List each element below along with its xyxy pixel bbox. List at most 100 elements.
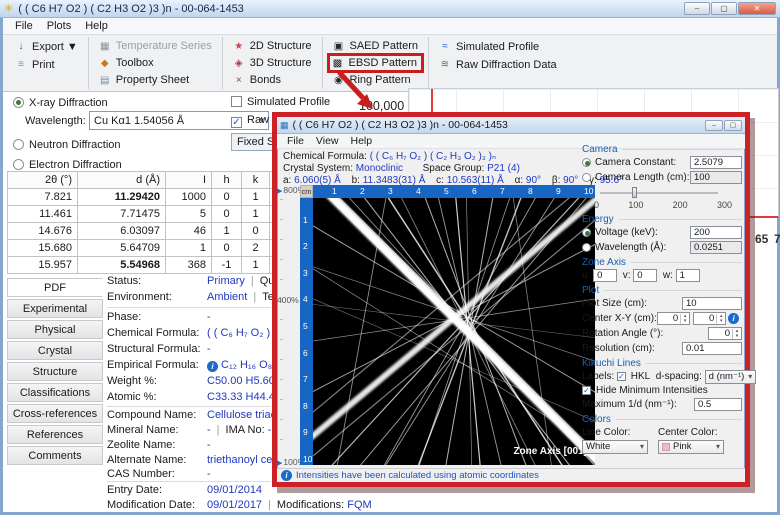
radio-icon[interactable] — [582, 228, 591, 237]
table-row[interactable]: 7.82111.29420100001 — [8, 189, 281, 206]
menu-help[interactable]: Help — [78, 19, 115, 33]
center-y-stepper[interactable]: 0▴▾ — [693, 312, 726, 325]
kikuchi-pattern-plot[interactable]: Zone Axis [001] — [313, 198, 595, 465]
popup-menu-view[interactable]: View — [310, 135, 345, 147]
popup-maximize-button[interactable]: ▢ — [724, 120, 742, 131]
popup-menu-file[interactable]: File — [281, 135, 310, 147]
spinner-arrows-icon[interactable]: ▴▾ — [716, 314, 725, 324]
ruler-unit-box: cm — [300, 185, 313, 198]
tab-pdf[interactable]: PDF — [7, 278, 103, 297]
center-color-select[interactable]: Pink▾ — [658, 440, 724, 454]
field-environment: Environment:Ambient|Tem — [107, 291, 283, 306]
neutron-diffraction-radio[interactable]: Neutron Diffraction — [13, 139, 121, 151]
property-sheet-icon: ▤ — [99, 75, 111, 86]
table-cell: 15.680 — [8, 240, 78, 257]
print-button[interactable]: ≡ Print — [12, 56, 81, 73]
v-input[interactable]: 0 — [633, 269, 657, 282]
d-spacing-select[interactable]: d (nm⁻¹)▾ — [705, 370, 757, 384]
crystal-system-label: Crystal System: — [283, 163, 353, 174]
menu-file[interactable]: File — [8, 19, 40, 33]
voltage-input[interactable]: 200 — [690, 226, 742, 239]
maximum-1d-input[interactable]: 0.5 — [694, 398, 742, 411]
simulated-profile-button[interactable]: ≈ Simulated Profile — [436, 38, 560, 55]
xray-diffraction-radio[interactable]: X-ray Diffraction — [13, 97, 108, 109]
slider-handle[interactable] — [632, 187, 637, 198]
toolbar-group-tools: ▦ Temperature Series ◆ Toolbox ▤ Propert… — [89, 37, 223, 89]
table-row[interactable]: 15.6805.64709102 — [8, 240, 281, 257]
hkl-checkbox[interactable] — [617, 372, 626, 381]
zoom-400[interactable]: 400% — [277, 295, 299, 305]
slider-tick: 200 — [673, 200, 688, 210]
tab-experimental[interactable]: Experimental — [7, 299, 103, 318]
tab-crystal[interactable]: Crystal — [7, 341, 103, 360]
table-row[interactable]: 14.6766.030974610 — [8, 223, 281, 240]
toolbox-button[interactable]: ◆ Toolbox — [96, 55, 215, 71]
field-compound-name: Compound Name:Cellulose triacet — [107, 409, 285, 424]
modifications-label: Modifications: — [277, 499, 344, 511]
table-row[interactable]: 11.4617.71475501 — [8, 206, 281, 223]
camera-constant-label: Camera Constant: — [595, 157, 676, 168]
group-title-text: Camera — [582, 144, 618, 155]
tab-structure[interactable]: Structure — [7, 362, 103, 381]
toolbar-group-structure: ★ 2D Structure ◈ 3D Structure × Bonds — [223, 37, 323, 89]
chevron-down-icon: ▾ — [744, 372, 752, 381]
info-icon[interactable]: i — [207, 361, 218, 372]
field-label: Empirical Formula: — [107, 359, 207, 371]
radio-icon[interactable] — [582, 158, 591, 167]
plot-size-input[interactable]: 10 — [682, 297, 742, 310]
electron-diffraction-radio[interactable]: Electron Diffraction — [13, 159, 122, 171]
ruler-tick: 9 — [303, 427, 308, 437]
column-header[interactable]: I — [166, 172, 212, 189]
close-button[interactable]: ✕ — [738, 2, 776, 15]
column-header[interactable]: d (Å) — [78, 172, 166, 189]
line-color-select[interactable]: White▾ — [582, 440, 648, 454]
field-separator: | — [253, 291, 256, 303]
popup-minimize-button[interactable]: ‒ — [705, 120, 723, 131]
export-button[interactable]: ↓ Export ▼ — [12, 38, 81, 55]
center-x-stepper[interactable]: 0▴▾ — [657, 312, 690, 325]
tab-physical[interactable]: Physical — [7, 320, 103, 339]
table-cell: 5 — [166, 206, 212, 223]
saed-pattern-button[interactable]: ▣ SAED Pattern — [330, 38, 421, 54]
tab-cross-references[interactable]: Cross-references — [7, 404, 103, 423]
bonds-button[interactable]: × Bonds — [230, 72, 315, 88]
spinner-arrows-icon[interactable]: ▴▾ — [680, 314, 689, 324]
minimize-button[interactable]: ‒ — [684, 2, 710, 15]
table-row[interactable]: 15.9575.54968368-11 — [8, 257, 281, 274]
center-xy-row: Center X-Y (cm): 0▴▾ 0▴▾ i — [582, 312, 742, 325]
line-color-label: Line Color: — [582, 427, 658, 438]
tab-references[interactable]: References — [7, 425, 103, 444]
popup-menu-help[interactable]: Help — [345, 135, 379, 147]
u-label: u: — [582, 270, 590, 281]
3d-structure-button[interactable]: ◈ 3D Structure — [230, 55, 315, 71]
kikuchi-line — [313, 214, 595, 404]
ebsd-wavelength-input[interactable]: 0.0251 — [690, 241, 742, 254]
camera-length-input[interactable]: 100 — [690, 171, 742, 184]
field-phase: Phase:- — [107, 311, 211, 326]
camera-constant-input[interactable]: 2.5079 — [690, 156, 742, 169]
maximize-button[interactable]: ▢ — [711, 2, 737, 15]
info-icon[interactable]: i — [728, 313, 739, 324]
tab-classifications[interactable]: Classifications — [7, 383, 103, 402]
raw-diffraction-button[interactable]: ≋ Raw Diffraction Data — [436, 56, 560, 73]
w-input[interactable]: 1 — [676, 269, 700, 282]
property-sheet-label: Property Sheet — [116, 74, 189, 86]
property-sheet-button[interactable]: ▤ Property Sheet — [96, 72, 215, 88]
ruler-tick: 5 — [444, 186, 449, 196]
simulated-profile-checkbox[interactable]: Simulated Profile — [231, 96, 330, 108]
2d-structure-button[interactable]: ★ 2D Structure — [230, 38, 315, 54]
rotation-angle-stepper[interactable]: 0▴▾ — [708, 327, 742, 340]
tab-comments[interactable]: Comments — [7, 446, 103, 465]
hide-min-intensities-checkbox[interactable] — [582, 386, 591, 395]
resolution-input[interactable]: 0.01 — [682, 342, 742, 355]
radio-icon[interactable] — [582, 173, 591, 182]
column-header[interactable]: 2θ (°) — [8, 172, 78, 189]
column-header[interactable]: h — [212, 172, 242, 189]
spinner-arrows-icon[interactable]: ▴▾ — [732, 329, 741, 339]
column-header[interactable]: k — [242, 172, 270, 189]
popup-title: ( ( C6 H7 O2 ) ( C2 H3 O2 )3 )n - 00-064… — [293, 119, 508, 131]
menu-plots[interactable]: Plots — [40, 19, 78, 33]
field-structural-formula: Structural Formula:- — [107, 343, 211, 358]
u-input[interactable]: 0 — [593, 269, 617, 282]
radio-icon[interactable] — [582, 243, 591, 252]
